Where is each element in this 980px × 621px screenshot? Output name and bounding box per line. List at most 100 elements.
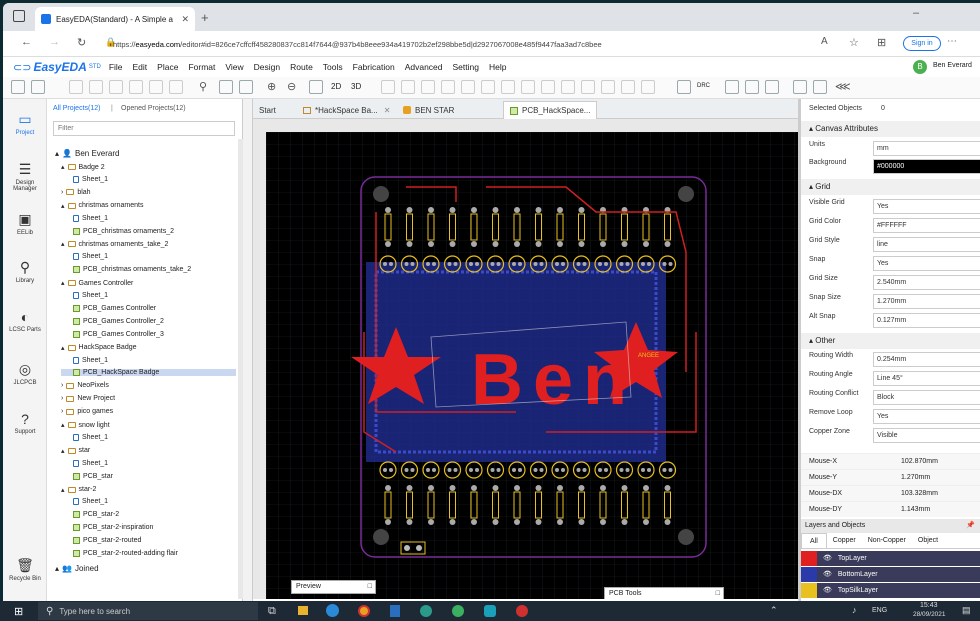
rail-lcsc[interactable]: ◐ LCSC Parts — [3, 309, 47, 333]
layer-tab-copper[interactable]: Copper — [827, 533, 862, 548]
menu-place[interactable]: Place — [157, 62, 178, 72]
tab-start[interactable]: Start — [253, 101, 282, 119]
chrome-icon[interactable] — [358, 605, 370, 617]
clock-time[interactable]: 15:43 — [920, 602, 938, 609]
snap-select[interactable]: Yes — [873, 256, 980, 271]
tree-sheet[interactable]: Sheet_1 — [73, 459, 108, 467]
reload-icon[interactable]: ↻ — [77, 36, 86, 49]
tree-sheet[interactable]: Sheet_1 — [73, 175, 108, 183]
windows-start-icon[interactable]: ⊞ — [14, 605, 23, 618]
zoom-out-icon[interactable]: ⊖ — [287, 80, 296, 93]
tree-sheet[interactable]: Sheet_1 — [73, 214, 108, 222]
user-name[interactable]: Ben Everard — [933, 62, 972, 69]
new-icon[interactable] — [11, 80, 25, 94]
find-icon[interactable] — [219, 80, 233, 94]
file-explorer-icon[interactable] — [298, 606, 308, 615]
export-icon[interactable] — [725, 80, 739, 94]
window-icon[interactable] — [13, 10, 25, 22]
routing-conflict-select[interactable]: Block — [873, 390, 980, 405]
eye-icon[interactable]: 👁 — [823, 583, 832, 598]
menu-view[interactable]: View — [225, 62, 243, 72]
task-view-icon[interactable]: ⧉ — [268, 605, 276, 618]
background-color-field[interactable]: #000000 — [873, 159, 980, 174]
lock-layer-icon[interactable] — [581, 80, 595, 94]
tab-opened-projects[interactable]: Opened Projects(12) — [121, 105, 186, 112]
pcb-canvas[interactable]: ANGEE Ben Preview □ PCB Tools □ — [266, 132, 798, 599]
tree-pcb[interactable]: PCB_christmas ornaments_take_2 — [73, 266, 191, 274]
grid-color-field[interactable]: #FFFFFF — [873, 218, 980, 233]
more-icon[interactable]: ⋯ — [947, 36, 957, 47]
tree-pcb[interactable]: PCB_christmas ornaments_2 — [73, 227, 174, 235]
align-bottom-icon[interactable] — [481, 80, 495, 94]
rail-project[interactable]: ▭ Project — [3, 111, 47, 136]
route-icon[interactable] — [677, 80, 691, 94]
grid-style-select[interactable]: line — [873, 237, 980, 252]
bom-icon[interactable] — [745, 80, 759, 94]
collapse-icon[interactable]: ▴ — [61, 486, 65, 494]
tree-folder[interactable]: ▴ HackSpace Badge — [61, 344, 137, 352]
import-icon[interactable] — [641, 80, 655, 94]
forward-icon[interactable]: → — [49, 36, 60, 48]
tree-folder[interactable]: › NeoPixels — [61, 382, 109, 389]
close-tab-icon[interactable]: ✕ — [181, 14, 189, 25]
snap-size-field[interactable]: 1.270mm — [873, 294, 980, 309]
menu-advanced[interactable]: Advanced — [405, 62, 443, 72]
collapse-icon[interactable]: ▴ — [61, 421, 65, 429]
align-middle-icon[interactable] — [461, 80, 475, 94]
paste-icon[interactable] — [149, 80, 163, 94]
rail-eelib[interactable]: ▣ EELib — [3, 211, 47, 236]
distribute-h-icon[interactable] — [501, 80, 515, 94]
signin-button[interactable]: Sign in — [903, 36, 941, 51]
rotate-icon[interactable] — [621, 80, 635, 94]
grid-section[interactable]: ▴ Grid — [801, 179, 980, 195]
rail-library[interactable]: ⚲ Library — [3, 259, 47, 284]
collapse-icon[interactable]: ▴ — [61, 163, 65, 171]
menu-route[interactable]: Route — [290, 62, 313, 72]
canvas-attributes-section[interactable]: ▴ Canvas Attributes — [801, 121, 980, 137]
layer-tab-non-copper[interactable]: Non-Copper — [862, 533, 912, 548]
collections-icon[interactable]: ⊞ — [877, 36, 886, 49]
tree-sheet[interactable]: Sheet_1 — [73, 356, 108, 364]
user-avatar[interactable]: B — [913, 60, 927, 74]
language-indicator[interactable]: ENG — [872, 607, 887, 614]
view-2d-button[interactable]: 2D — [331, 82, 341, 91]
save-icon[interactable] — [31, 80, 45, 94]
zoom-in-icon[interactable]: ⊕ — [267, 80, 276, 93]
align-center-icon[interactable] — [401, 80, 415, 94]
tab-pcb-hackspace[interactable]: PCB_HackSpace... — [503, 101, 598, 119]
tree-sheet[interactable]: Sheet_1 — [73, 292, 108, 299]
tree-folder[interactable]: ▴ star-2 — [61, 486, 96, 494]
fit-icon[interactable] — [309, 80, 323, 94]
tree-pcb[interactable]: PCB_star-2-routed-adding flair — [73, 550, 178, 557]
menu-tools[interactable]: Tools — [323, 62, 343, 72]
tree-pcb[interactable]: PCB_star — [73, 472, 113, 480]
tree-folder[interactable]: › blah — [61, 189, 91, 196]
tree-sheet[interactable]: Sheet_1 — [73, 498, 108, 506]
url-field[interactable]: https://easyeda.com/editor#id=826ce7cffc… — [113, 35, 803, 53]
volume-icon[interactable]: ♪ — [852, 605, 857, 615]
tab-ben-star[interactable]: BEN STAR — [397, 101, 460, 119]
notifications-icon[interactable]: ▤ — [962, 605, 971, 616]
layers-icon[interactable] — [813, 80, 827, 94]
collapse-icon[interactable]: ▴ — [61, 240, 65, 248]
rail-jlcpcb[interactable]: ◎ JLCPCB — [3, 361, 47, 386]
browser-tab[interactable]: EasyEDA(Standard) - A Simple a ✕ — [35, 7, 195, 31]
tree-pcb[interactable]: PCB_Games Controller — [73, 304, 156, 312]
visible-grid-select[interactable]: Yes — [873, 199, 980, 214]
paint-icon[interactable] — [239, 80, 253, 94]
clock-date[interactable]: 28/09/2021 — [913, 611, 946, 618]
layer-row[interactable]: 👁 TopSilkLayer — [801, 583, 980, 598]
tree-pcb[interactable]: PCB_Games Controller_2 — [73, 317, 164, 325]
image-icon[interactable] — [793, 80, 807, 94]
reader-icon[interactable]: A — [821, 36, 828, 47]
expand-icon[interactable]: › — [61, 382, 63, 389]
favorite-icon[interactable]: ☆ — [849, 36, 859, 49]
cut-icon[interactable] — [109, 80, 123, 94]
arduino-icon[interactable] — [484, 605, 496, 617]
right-splitter[interactable] — [798, 99, 800, 604]
panel-splitter[interactable] — [243, 99, 253, 604]
alt-snap-field[interactable]: 0.127mm — [873, 313, 980, 328]
expand-icon[interactable]: › — [61, 395, 63, 402]
back-icon[interactable]: ← — [21, 36, 32, 48]
tree-pcb[interactable]: PCB_Games Controller_3 — [73, 330, 164, 338]
